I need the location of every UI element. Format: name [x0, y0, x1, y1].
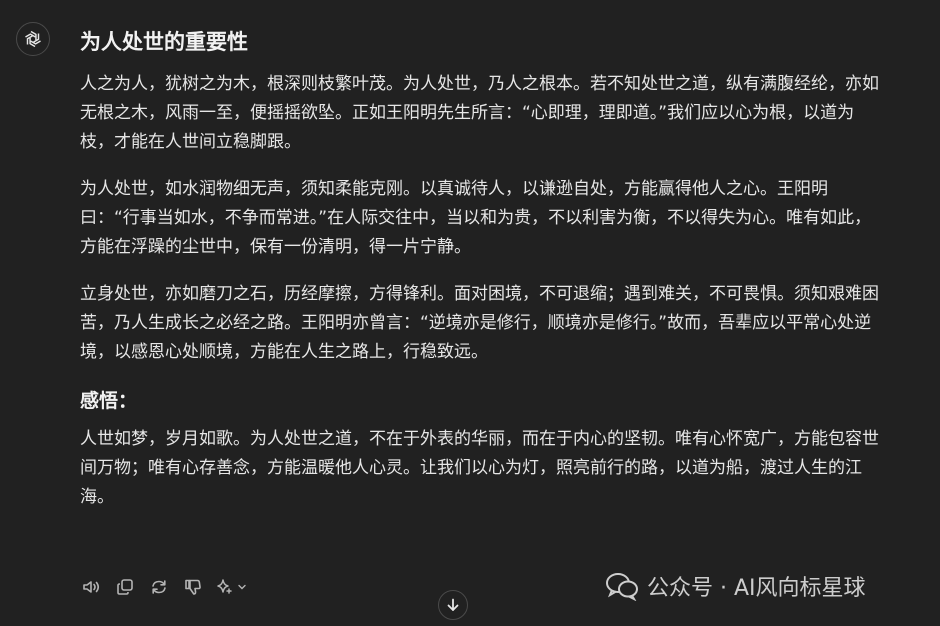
message-actions [76, 574, 250, 600]
bad-response-button[interactable] [178, 574, 208, 600]
wechat-logo-icon [606, 573, 638, 601]
reflection-heading: 感悟： [80, 390, 138, 412]
paragraph-1: 人之为人，犹树之为木，根深则枝繁叶茂。为人处世，乃人之根本。若不知处世之道，纵有… [80, 74, 879, 152]
assistant-avatar [16, 22, 50, 56]
refresh-icon [152, 580, 166, 594]
regenerate-button[interactable] [144, 574, 174, 600]
chat-page: 为人处世的重要性 人之为人，犹树之为木，根深则枝繁叶茂。为人处世，乃人之根本。若… [0, 0, 940, 626]
model-switch-button[interactable] [212, 574, 250, 600]
copy-icon [117, 579, 133, 595]
paragraph-3: 立身处世，亦如磨刀之石，历经摩擦，方得锋利。面对困境，不可退缩；遇到难关，不可畏… [80, 284, 879, 362]
arrow-down-icon [447, 598, 459, 611]
closing-paragraph: 人世如梦，岁月如歌。为人处世之道，不在于外表的华丽，而在于内心的坚韧。唯有心怀宽… [80, 429, 879, 507]
read-aloud-button[interactable] [76, 574, 106, 600]
assistant-message: 为人处世的重要性 人之为人，犹树之为木，根深则枝繁叶茂。为人处世，乃人之根本。若… [80, 24, 880, 530]
speaker-icon [83, 581, 100, 593]
thumbs-down-icon [185, 579, 201, 595]
message-title: 为人处世的重要性 [80, 30, 248, 54]
wechat-watermark: 公众号 · AI风向标星球 [605, 570, 866, 602]
openai-logo-icon [25, 30, 41, 48]
sparkle-icon [217, 579, 232, 594]
paragraph-2: 为人处世，如水润物细无声，须知柔能克刚。以真诚待人，以谦逊自处，方能赢得他人之心… [80, 179, 872, 257]
chevron-down-icon [238, 584, 246, 590]
watermark-text: 公众号 · AI风向标星球 [647, 576, 866, 601]
scroll-to-bottom-button[interactable] [438, 590, 468, 620]
copy-button[interactable] [110, 574, 140, 600]
